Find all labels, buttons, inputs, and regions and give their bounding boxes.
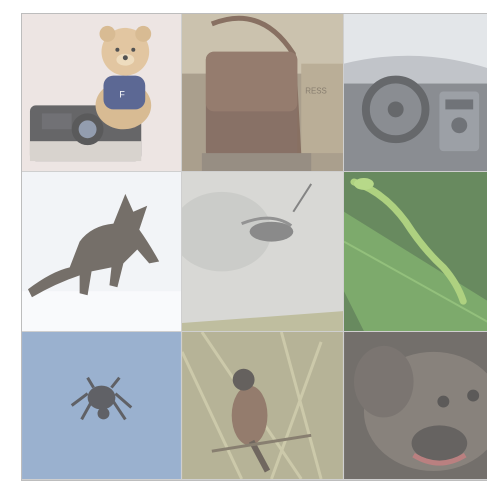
tile-bug-in-sky[interactable] — [22, 332, 182, 480]
tile-car-interior[interactable] — [344, 14, 487, 172]
tile-insect-on-twig[interactable] — [182, 172, 344, 332]
tile-green-lizard-leaf[interactable] — [344, 172, 487, 332]
car-interior-image — [344, 14, 487, 171]
dog-closeup-image — [344, 332, 487, 479]
tile-dog-closeup[interactable] — [344, 332, 487, 480]
leather-satchel-image: RESS — [182, 14, 343, 171]
teddy-bear-camera-image: F — [22, 14, 181, 171]
bug-in-sky-image — [22, 332, 181, 479]
wolf-in-snow-image — [22, 172, 181, 331]
image-grid: F RESS — [21, 13, 487, 481]
green-lizard-leaf-image — [344, 172, 487, 331]
tile-wolf-in-snow[interactable] — [22, 172, 182, 332]
bird-on-branch-image — [182, 332, 343, 479]
tile-leather-satchel[interactable]: RESS — [182, 14, 344, 172]
tile-bird-on-branch[interactable] — [182, 332, 344, 480]
insect-on-twig-image — [182, 172, 343, 331]
tile-teddy-bear-camera[interactable]: F — [22, 14, 182, 172]
svg-text:F: F — [119, 89, 125, 99]
svg-text:RESS: RESS — [305, 86, 327, 95]
